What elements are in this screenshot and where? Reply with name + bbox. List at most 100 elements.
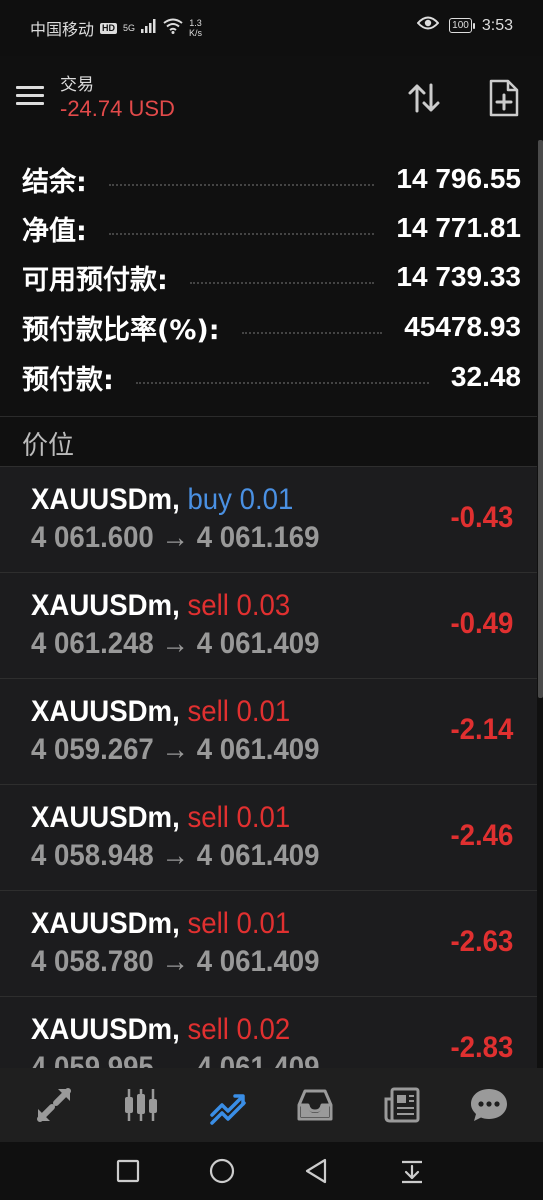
tab-messages[interactable] [459, 1075, 519, 1135]
position-row[interactable]: XAUUSDm, sell 0.02 4 059.995 → 4 061.409… [0, 996, 537, 1068]
new-document-icon [489, 79, 519, 117]
position-symbol: XAUUSDm, [31, 483, 180, 516]
circle-icon [209, 1158, 235, 1184]
summary-value: 45478.93 [404, 311, 521, 342]
summary-value: 14 771.81 [396, 212, 521, 243]
summary-label: 可用预付款: [22, 264, 168, 296]
menu-bar-top [16, 86, 44, 89]
summary-row-margin-level: 预付款比率(%): 45478.93 [22, 302, 521, 352]
trade-icon [210, 1094, 246, 1125]
position-side: sell [187, 1013, 229, 1046]
dotted-leader [108, 233, 375, 235]
speed-value: 1.3 [189, 18, 202, 28]
position-profit: -2.46 [450, 819, 513, 852]
summary-label: 预付款比率(%): [22, 314, 220, 346]
position-prices: 4 058.780 → 4 061.409 [31, 945, 320, 978]
position-profit: -2.63 [450, 925, 513, 958]
position-symbol: XAUUSDm, [31, 1013, 180, 1046]
position-title: XAUUSDm, sell 0.02 [31, 1013, 290, 1047]
position-row[interactable]: XAUUSDm, sell 0.03 4 061.248 → 4 061.409… [0, 572, 537, 678]
app-header: 交易 -24.74 USD [0, 56, 543, 140]
notification-shade-button[interactable] [397, 1156, 427, 1186]
tab-quotes[interactable] [24, 1075, 84, 1135]
new-order-button[interactable] [484, 76, 524, 120]
summary-row-equity: 净值: 14 771.81 [22, 203, 521, 253]
eye-icon [416, 16, 440, 35]
dotted-leader [241, 332, 383, 334]
back-button[interactable] [301, 1156, 331, 1186]
summary-row-margin: 预付款: 32.48 [22, 352, 521, 402]
tab-trade[interactable] [198, 1075, 258, 1135]
network-type: 5G [123, 23, 136, 33]
floating-profit: -24.74 USD [60, 96, 175, 121]
system-navigation-bar [0, 1142, 543, 1200]
position-prices: 4 061.600 → 4 061.169 [31, 521, 320, 554]
speed-unit: K/s [189, 28, 203, 38]
sort-button[interactable] [404, 78, 444, 118]
positions-list[interactable]: XAUUSDm, buy 0.01 4 061.600 → 4 061.169 … [0, 466, 537, 1068]
positions-section-header: 价位 [0, 416, 537, 466]
dotted-leader [108, 184, 375, 186]
position-symbol: XAUUSDm, [31, 907, 180, 940]
position-symbol: XAUUSDm, [31, 695, 180, 728]
position-symbol: XAUUSDm, [31, 589, 180, 622]
network-speed: 1.3 K/s [189, 18, 202, 38]
position-volume: 0.01 [236, 907, 291, 940]
wifi-icon [163, 18, 183, 39]
quotes-icon [36, 1088, 71, 1122]
position-title: XAUUSDm, sell 0.01 [31, 907, 290, 941]
position-side: sell [187, 907, 229, 940]
clock: 3:53 [481, 16, 513, 34]
dotted-leader [189, 282, 375, 284]
dotted-leader [135, 382, 429, 384]
summary-value: 32.48 [450, 361, 521, 392]
summary-value: 14 796.55 [396, 163, 521, 194]
position-row[interactable]: XAUUSDm, buy 0.01 4 061.600 → 4 061.169 … [0, 466, 537, 572]
position-row[interactable]: XAUUSDm, sell 0.01 4 058.948 → 4 061.409… [0, 784, 537, 890]
section-label: 价位 [22, 431, 75, 461]
tab-history[interactable] [285, 1075, 345, 1135]
scrollbar[interactable] [538, 140, 543, 698]
position-side: sell [187, 801, 229, 834]
summary-label: 预付款: [22, 364, 114, 396]
signal-icon [141, 18, 157, 38]
summary-label: 净值: [22, 215, 87, 247]
page-title: 交易 [60, 75, 94, 94]
position-prices: 4 059.267 → 4 061.409 [31, 733, 320, 766]
chart-icon [124, 1089, 157, 1121]
tab-news[interactable] [372, 1075, 432, 1135]
recents-button[interactable] [113, 1156, 143, 1186]
tab-chart[interactable] [111, 1075, 171, 1135]
summary-label: 结余: [22, 166, 87, 198]
position-side: sell [187, 589, 229, 622]
history-icon [297, 1089, 333, 1121]
messages-icon [471, 1089, 508, 1121]
battery-indicator: 100 [449, 18, 475, 33]
summary-row-balance: 结余: 14 796.55 [22, 154, 521, 204]
position-profit: -0.49 [450, 607, 513, 640]
bottom-tab-bar [0, 1068, 543, 1142]
position-prices: 4 061.248 → 4 061.409 [31, 627, 320, 660]
menu-bar-bottom [16, 102, 44, 105]
position-title: XAUUSDm, buy 0.01 [31, 483, 293, 517]
position-volume: 0.01 [236, 695, 291, 728]
hd-badge: HD [100, 22, 118, 34]
carrier-name: 中国移动 [30, 22, 95, 39]
menu-button[interactable] [16, 84, 46, 108]
position-volume: 0.01 [239, 483, 294, 516]
summary-value: 14 739.33 [396, 261, 521, 292]
news-icon [384, 1087, 420, 1123]
account-summary: 结余: 14 796.55 净值: 14 771.81 可用预付款: 14 73… [0, 140, 537, 416]
position-profit: -2.14 [450, 713, 513, 746]
position-row[interactable]: XAUUSDm, sell 0.01 4 059.267 → 4 061.409… [0, 678, 537, 784]
position-side: sell [187, 695, 229, 728]
position-prices: 4 059.995 → 4 061.409 [31, 1051, 320, 1068]
position-symbol: XAUUSDm, [31, 801, 180, 834]
square-icon [116, 1159, 140, 1183]
position-title: XAUUSDm, sell 0.01 [31, 695, 290, 729]
home-button[interactable] [207, 1156, 237, 1186]
position-volume: 0.01 [236, 801, 291, 834]
position-row[interactable]: XAUUSDm, sell 0.01 4 058.780 → 4 061.409… [0, 890, 537, 996]
triangle-back-icon [305, 1158, 327, 1184]
sort-icon [408, 83, 440, 113]
